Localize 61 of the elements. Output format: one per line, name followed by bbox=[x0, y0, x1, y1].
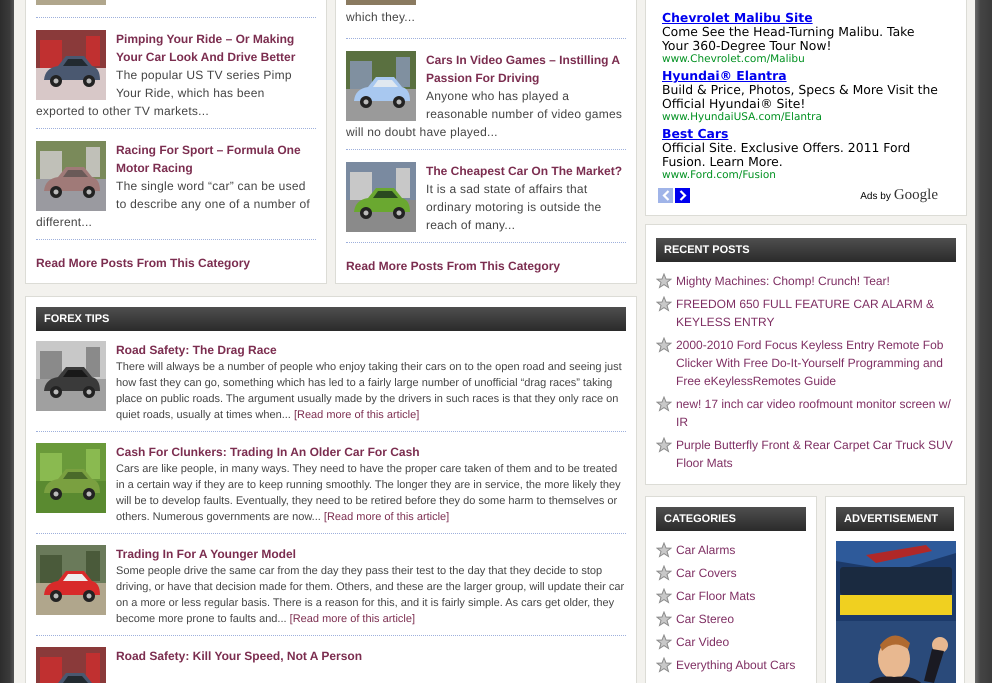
ad-url: www.HyundaiUSA.com/Elantra bbox=[662, 111, 823, 124]
ad-description: Official Site. Exclusive Offers. 2011 Ford Fusion. Learn More. bbox=[662, 141, 912, 169]
post-title[interactable]: Pimping Your Ride – Or Making Your Car Look And Drive Better bbox=[36, 30, 316, 66]
read-more-link[interactable]: [Read more of this article] bbox=[324, 511, 450, 523]
category-link[interactable]: Everything About Cars bbox=[676, 656, 796, 674]
more-posts-link[interactable]: Read More Posts From This Category bbox=[346, 255, 560, 275]
ad-description: Build & Price, Photos, Specs & More Visit the Official Hyundai® Site! bbox=[662, 83, 938, 111]
post-excerpt: The popular US TV series Pimp Your Ride, which has been exported to other TV markets... bbox=[36, 68, 292, 118]
post-excerpt: The single word “car” can be used to describe any one of a number of different... bbox=[36, 179, 310, 229]
category-link[interactable]: Car Covers bbox=[676, 564, 737, 582]
category-link[interactable]: Car Floor Mats bbox=[676, 587, 756, 605]
post-excerpt: Some people drive the same car from the day they pass their test to the day that they decide to stop driving, or have that decision made for them. Others, and these are the larger group, will update their car on a more or less regular basis. There is a reason for this, and it is fairly simple. As cars get older, they become more prone to faults and... [Read more of this article] bbox=[116, 564, 626, 627]
star-icon bbox=[656, 396, 672, 412]
more-posts-link[interactable]: Read More Posts From This Category bbox=[36, 252, 250, 272]
ad-url: www.Chevrolet.com/Malibu bbox=[662, 53, 806, 66]
star-icon bbox=[656, 273, 672, 289]
chevron-left-icon bbox=[662, 190, 670, 201]
post-title[interactable]: The Cheapest Car On The Market? bbox=[346, 162, 626, 180]
post-title[interactable]: Road Safety: Kill Your Speed, Not A Person bbox=[116, 647, 626, 665]
ad-description: Come See the Head-Turning Malibu. Take Your 360-Degree Tour Now! bbox=[662, 25, 916, 53]
chevron-right-icon bbox=[678, 190, 686, 201]
post-excerpt: which they... bbox=[346, 9, 416, 26]
post-excerpt: It is a sad state of affairs that ordinary motoring is outside the reach of many... bbox=[426, 182, 602, 232]
section-heading: ADVERTISEMENT bbox=[836, 507, 954, 531]
post-title[interactable]: Cash For Clunkers: Trading In An Older Car For Cash bbox=[116, 443, 626, 461]
star-icon bbox=[656, 437, 672, 453]
post-title[interactable]: Racing For Sport – Formula One Motor Racing bbox=[36, 141, 316, 177]
recent-post-link[interactable]: Mighty Machines: Chomp! Crunch! Tear! bbox=[676, 272, 890, 290]
read-more-link[interactable]: [Read more of this article] bbox=[294, 409, 420, 421]
category-link[interactable]: Car Video bbox=[676, 633, 730, 651]
ads-attribution: Ads by bbox=[860, 191, 891, 202]
section-heading: FOREX TIPS bbox=[36, 307, 626, 331]
star-icon bbox=[656, 565, 672, 581]
brand-logo[interactable]: Google bbox=[894, 187, 938, 204]
read-more-link[interactable]: [Read more of this article] bbox=[290, 613, 416, 625]
star-icon bbox=[656, 296, 672, 312]
category-link[interactable]: Car Stereo bbox=[676, 610, 734, 628]
star-icon bbox=[656, 657, 672, 673]
next-button[interactable] bbox=[675, 188, 690, 203]
recent-post-link[interactable]: Purple Butterfly Front & Rear Carpet Car Truck SUV Floor Mats bbox=[676, 436, 956, 472]
star-icon bbox=[656, 588, 672, 604]
star-icon bbox=[656, 634, 672, 650]
star-icon bbox=[656, 337, 672, 353]
ad-title-link[interactable]: Best Cars bbox=[662, 127, 728, 141]
ad-title-link[interactable]: Hyundai® Elantra bbox=[662, 69, 787, 83]
post-title[interactable]: Road Safety: The Drag Race bbox=[116, 341, 626, 359]
recent-post-link[interactable]: 2000-2010 Ford Focus Keyless Entry Remote Fob Clicker With Free Do-It-Yourself Programming and Free eKeylessRemotes Guide bbox=[676, 336, 956, 390]
ad-title-link[interactable]: Chevrolet Malibu Site bbox=[662, 11, 813, 25]
post-excerpt: Anyone who has played a reasonable number of video games will no doubt have played... bbox=[346, 89, 622, 139]
post-title[interactable]: Cars In Video Games – Instilling A Passion For Driving bbox=[346, 51, 626, 87]
ad-url: www.Ford.com/Fusion bbox=[662, 169, 777, 182]
post-title[interactable]: Trading In For A Younger Model bbox=[116, 545, 626, 563]
category-link[interactable]: Car Alarms bbox=[676, 541, 736, 559]
section-heading: RECENT POSTS bbox=[656, 238, 956, 262]
section-heading: CATEGORIES bbox=[656, 507, 806, 531]
recent-post-link[interactable]: FREEDOM 650 FULL FEATURE CAR ALARM & KEYLESS ENTRY bbox=[676, 295, 956, 331]
star-icon bbox=[656, 542, 672, 558]
post-excerpt: Cars are like people, in many ways. They need to have the proper care taken of them and to be treated in a certain way if they are to keep running smoothly. The longer they are in service, the more likely they will be to develop faults. Eventually, they need to be retired before they do some harm to themselves or others. Numerous governments are now... [Read more of this article] bbox=[116, 462, 622, 525]
recent-post-link[interactable]: new! 17 inch car video roofmount monitor screen w/ IR bbox=[676, 395, 956, 431]
star-icon bbox=[656, 611, 672, 627]
post-excerpt: There will always be a number of people who enjoy taking their cars on to the open road and seeing just how fast they can go, something which has led to a fairly large number of unofficial “drag races” taking place on public roads. The argument usually made by the drivers in such races is that they only race on quiet roads, usually at times when... [Read more of this article] bbox=[116, 360, 623, 423]
